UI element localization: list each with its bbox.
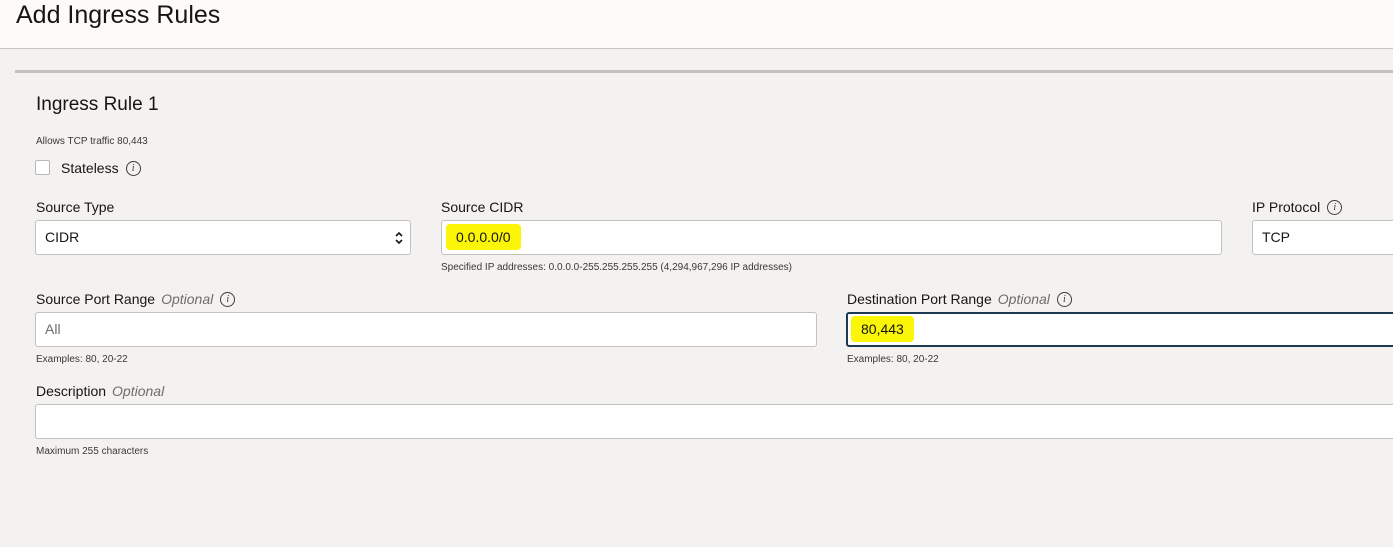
page-title: Add Ingress Rules [16, 1, 221, 29]
destination-port-range-label: Destination Port Range [847, 291, 992, 307]
source-port-range-info-icon[interactable]: i [220, 291, 236, 307]
source-port-range-optional: Optional [161, 291, 214, 307]
ip-protocol-value: TCP [1262, 229, 1290, 245]
source-cidr-hint: Specified IP addresses: 0.0.0.0-255.255.… [441, 262, 792, 273]
source-type-select[interactable]: CIDR [35, 220, 411, 255]
ip-protocol-label-row: IP Protocol i [1252, 199, 1343, 216]
source-cidr-label: Source CIDR [441, 199, 524, 215]
chevron-up-down-icon [395, 231, 403, 245]
description-label: Description [36, 383, 107, 399]
ip-protocol-info-icon[interactable]: i [1327, 199, 1343, 215]
source-type-value: CIDR [45, 229, 80, 245]
ip-protocol-label: IP Protocol [1252, 199, 1321, 215]
source-port-range-label: Source Port Range [36, 291, 156, 307]
stateless-label: Stateless [61, 160, 119, 176]
rule-title: Ingress Rule 1 [36, 94, 159, 115]
source-port-range-placeholder: All [45, 321, 61, 337]
description-hint: Maximum 255 characters [36, 446, 149, 457]
page-header: Add Ingress Rules [0, 0, 1393, 49]
destination-port-range-label-row: Destination Port Range Optional i [847, 291, 1072, 308]
description-label-row: Description Optional [36, 383, 164, 400]
stateless-label-row: Stateless i [61, 160, 141, 177]
stateless-info-icon[interactable]: i [125, 160, 141, 176]
source-type-label: Source Type [36, 199, 115, 215]
rule-summary: Allows TCP traffic 80,443 [36, 136, 148, 147]
stateless-checkbox[interactable] [35, 160, 50, 175]
ip-protocol-select[interactable]: TCP [1252, 220, 1393, 255]
destination-port-range-hint: Examples: 80, 20-22 [847, 354, 939, 365]
description-input[interactable] [35, 404, 1393, 439]
source-cidr-input[interactable]: 0.0.0.0/0 [441, 220, 1222, 255]
source-port-range-hint: Examples: 80, 20-22 [36, 354, 128, 365]
section-divider [15, 70, 1393, 73]
source-port-range-input[interactable]: All [35, 312, 817, 347]
description-optional: Optional [112, 383, 165, 399]
destination-port-range-optional: Optional [997, 291, 1050, 307]
source-cidr-value: 0.0.0.0/0 [446, 224, 521, 250]
destination-port-range-info-icon[interactable]: i [1056, 291, 1072, 307]
destination-port-range-value: 80,443 [851, 316, 914, 342]
source-port-range-label-row: Source Port Range Optional i [36, 291, 236, 308]
destination-port-range-input[interactable]: 80,443 [846, 312, 1393, 347]
